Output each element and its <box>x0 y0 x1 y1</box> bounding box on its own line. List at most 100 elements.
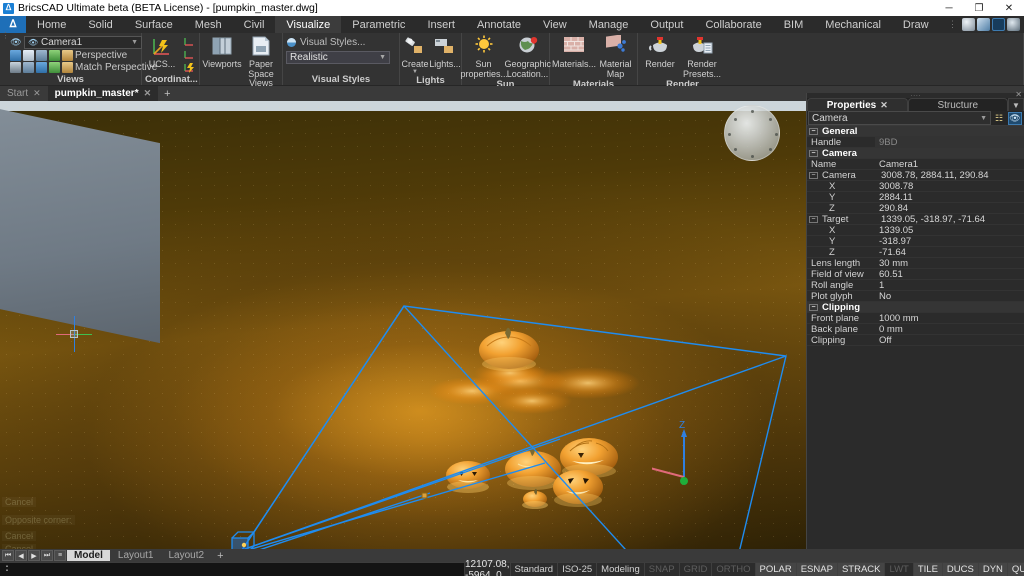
maximize-button[interactable]: ❐ <box>964 0 994 16</box>
first-layout-button[interactable]: ⏮ <box>2 550 14 561</box>
tab-manage[interactable]: Manage <box>578 16 640 33</box>
view-visibility-icon[interactable]: 👁 <box>10 37 22 48</box>
layout-list-button[interactable]: ≡ <box>54 550 66 561</box>
tab-parametric[interactable]: Parametric <box>341 16 416 33</box>
match-perspective-icon[interactable] <box>62 62 73 73</box>
status-esnap[interactable]: ESNAP <box>796 563 838 576</box>
view-refresh-icon[interactable] <box>49 50 60 61</box>
property-row-target-y[interactable]: Y -318.97 <box>807 236 1024 247</box>
status-workspace[interactable]: Modeling <box>597 563 645 576</box>
viewports-button[interactable]: Viewports <box>202 34 242 70</box>
tab-output[interactable]: Output <box>639 16 694 33</box>
view-doc-icon[interactable] <box>23 50 34 61</box>
camera-selector-combo[interactable]: 👁 Camera1 ▼ <box>24 36 142 49</box>
create-light-button[interactable]: Create ▼ <box>402 34 429 75</box>
property-row-camera-z[interactable]: Z 290.84 <box>807 203 1024 214</box>
ucs-button[interactable]: UCS... <box>145 34 179 70</box>
visual-style-combo[interactable]: Realistic ▼ <box>286 51 390 64</box>
render-presets-button[interactable]: Render Presets... <box>681 34 723 79</box>
property-row-roll-angle[interactable]: Roll angle 1 <box>807 280 1024 291</box>
tab-mechanical[interactable]: Mechanical <box>814 16 892 33</box>
property-row-back-plane[interactable]: Back plane 0 mm <box>807 324 1024 335</box>
tab-visualize[interactable]: Visualize <box>275 16 342 33</box>
perspective-label[interactable]: Perspective <box>75 50 127 61</box>
property-row-field-of-view[interactable]: Field of view 60.51 <box>807 269 1024 280</box>
property-row-target[interactable]: − Target 1339.05, -318.97, -71.64 <box>807 214 1024 225</box>
chevron-down-icon[interactable]: ▼ <box>131 39 138 46</box>
ucs-previous-icon[interactable] <box>181 49 196 61</box>
close-button[interactable]: ✕ <box>994 0 1024 16</box>
property-row-camera-x[interactable]: X 3008.78 <box>807 181 1024 192</box>
status-quad[interactable]: QUAD <box>1007 563 1024 576</box>
sun-properties-button[interactable]: Sun properties... <box>461 34 507 79</box>
tab-properties[interactable]: Properties ✕ <box>807 98 908 111</box>
navigation-compass[interactable] <box>724 105 780 161</box>
tab-draw[interactable]: Draw <box>892 16 940 33</box>
property-row-name[interactable]: Name Camera1 <box>807 159 1024 170</box>
materials-button[interactable]: Materials... <box>552 34 596 70</box>
selection-type-combo[interactable]: Camera ▼ <box>808 111 991 125</box>
status-strack[interactable]: STRACK <box>837 563 886 576</box>
tab-bim[interactable]: BIM <box>773 16 815 33</box>
property-group-general[interactable]: − General <box>807 126 1024 137</box>
next-layout-button[interactable]: ▶ <box>28 550 40 561</box>
layout-tab-layout2[interactable]: Layout2 <box>161 550 211 561</box>
property-row-camera-y[interactable]: Y 2884.11 <box>807 192 1024 203</box>
lights-list-button[interactable]: Lights... <box>429 34 461 70</box>
ucs-world-icon[interactable] <box>181 36 196 48</box>
collapse-icon[interactable]: − <box>809 127 818 135</box>
collapse-icon[interactable]: − <box>809 149 818 157</box>
named-views-icon[interactable] <box>10 50 21 61</box>
close-icon[interactable]: ✕ <box>880 100 888 111</box>
tab-annotate[interactable]: Annotate <box>466 16 532 33</box>
view-zoom-icon[interactable] <box>36 62 47 73</box>
status-polar[interactable]: POLAR <box>755 563 797 576</box>
tab-view[interactable]: View <box>532 16 578 33</box>
close-icon[interactable]: ✕ <box>33 88 41 99</box>
minimize-button[interactable]: ─ <box>934 0 964 16</box>
status-ortho[interactable]: ORTHO <box>712 563 756 576</box>
status-dimstyle[interactable]: Standard <box>511 563 559 576</box>
perspective-icon[interactable] <box>62 50 73 61</box>
geographic-location-button[interactable]: Geographic Location... <box>505 34 551 79</box>
material-map-button[interactable]: Material Map <box>597 34 634 79</box>
ucs-named-icon[interactable] <box>181 62 196 74</box>
camera-snapshot-icon[interactable] <box>10 62 21 73</box>
tab-structure[interactable]: Structure <box>907 98 1008 111</box>
property-row-plot-glyph[interactable]: Plot glyph No <box>807 291 1024 302</box>
render-button[interactable]: Render <box>641 34 679 70</box>
last-layout-button[interactable]: ⏭ <box>41 550 53 561</box>
collapse-icon[interactable]: − <box>809 303 818 311</box>
tab-collaborate[interactable]: Collaborate <box>694 16 772 33</box>
visual-styles-dialog-button[interactable]: Visual Styles... <box>286 37 394 48</box>
tab-civil[interactable]: Civil <box>233 16 276 33</box>
quick-select-icon[interactable]: 👁 <box>1008 111 1022 125</box>
status-grid[interactable]: GRID <box>680 563 713 576</box>
tab-home[interactable]: Home <box>26 16 77 33</box>
property-row-target-x[interactable]: X 1339.05 <box>807 225 1024 236</box>
layout-tab-model[interactable]: Model <box>67 550 110 561</box>
view-restore-icon[interactable] <box>49 62 60 73</box>
status-tile[interactable]: TILE <box>913 563 943 576</box>
view-grid-icon[interactable] <box>36 50 47 61</box>
property-row-handle[interactable]: Handle 9BD <box>807 136 1024 148</box>
status-dyn[interactable]: DYN <box>978 563 1008 576</box>
collapse-icon[interactable]: − <box>809 215 818 223</box>
panel-menu-icon[interactable]: ▼ <box>1008 98 1024 111</box>
tab-solid[interactable]: Solid <box>77 16 123 33</box>
previous-layout-button[interactable]: ◀ <box>15 550 27 561</box>
close-icon[interactable]: ✕ <box>144 88 152 99</box>
status-ducs[interactable]: DUCS <box>942 563 979 576</box>
tab-surface[interactable]: Surface <box>124 16 184 33</box>
command-line-input[interactable]: : <box>0 563 465 576</box>
tab-insert[interactable]: Insert <box>416 16 466 33</box>
property-row-lens-length[interactable]: Lens length 30 mm <box>807 258 1024 269</box>
satellite-dish-icon[interactable] <box>1007 18 1020 31</box>
selection-icon[interactable] <box>992 18 1005 31</box>
property-group-camera[interactable]: − Camera <box>807 148 1024 159</box>
property-row-clipping[interactable]: Clipping Off <box>807 335 1024 346</box>
globe-icon[interactable] <box>962 18 975 31</box>
collapse-icon[interactable]: − <box>809 171 818 179</box>
coordinate-readout[interactable]: 12107.08, -5964, 0 <box>465 559 511 576</box>
status-scale[interactable]: ISO-25 <box>558 563 598 576</box>
